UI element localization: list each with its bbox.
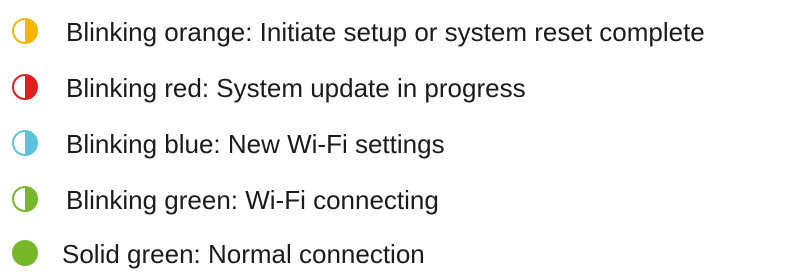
legend-item-label: Blinking orange: Initiate setup or syste… [66,17,705,47]
half-filled-circle-icon [12,18,38,44]
led-status-legend: Blinking orange: Initiate setup or syste… [0,0,790,269]
legend-item-blinking-green: Blinking green: Wi-Fi connecting [0,180,790,220]
legend-item-label: Blinking red: System update in progress [66,73,526,103]
legend-item-label: Solid green: Normal connection [62,239,425,269]
legend-item-label: Blinking blue: New Wi-Fi settings [66,129,445,159]
filled-circle-icon [12,240,38,266]
legend-item-blinking-orange: Blinking orange: Initiate setup or syste… [0,12,790,52]
half-filled-circle-icon [12,130,38,156]
legend-item-blinking-blue: Blinking blue: New Wi-Fi settings [0,124,790,164]
half-filled-circle-icon [12,74,38,100]
legend-item-label: Blinking green: Wi-Fi connecting [66,185,439,215]
legend-item-solid-green: Solid green: Normal connection [0,234,790,274]
legend-item-blinking-red: Blinking red: System update in progress [0,68,790,108]
half-filled-circle-icon [12,186,38,212]
